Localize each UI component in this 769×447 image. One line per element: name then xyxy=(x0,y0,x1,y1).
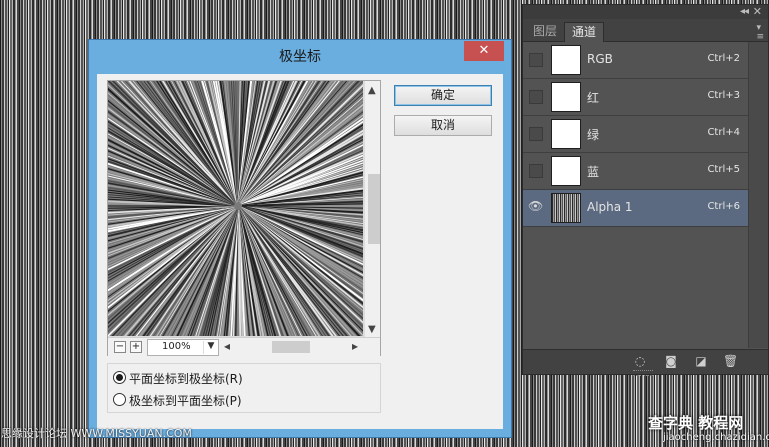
preview-image[interactable] xyxy=(108,81,363,336)
scroll-thumb[interactable] xyxy=(368,174,380,244)
close-button[interactable]: ✕ xyxy=(464,41,504,61)
scroll-left-icon[interactable]: ◂ xyxy=(224,339,230,353)
channel-name: 绿 xyxy=(587,128,600,142)
channel-row-alpha-1[interactable]: 👁 Alpha 1 Ctrl+6 xyxy=(523,190,748,227)
radio-button[interactable] xyxy=(113,393,126,406)
dialog-title: 极坐标 xyxy=(279,49,321,65)
channel-name: 红 xyxy=(587,91,600,105)
channel-shortcut: Ctrl+5 xyxy=(707,164,740,175)
channel-shortcut: Ctrl+2 xyxy=(707,53,740,64)
channel-thumbnail xyxy=(551,119,581,149)
zoom-value: 100% xyxy=(162,341,191,352)
watermark-right-url: jiaocheng.chazidian.com xyxy=(663,432,769,443)
zoom-bar: − + 100% ▼ ◂ ▸ xyxy=(108,337,380,356)
visibility-toggle[interactable] xyxy=(529,53,543,67)
watermark-left: 思缘设计论坛 WWW.MISSYUAN.COM xyxy=(1,427,192,440)
zoom-in-button[interactable]: + xyxy=(130,341,142,353)
channel-thumbnail xyxy=(551,156,581,186)
channel-thumbnail xyxy=(551,193,581,223)
panel-tabs: 图层 通道 ▾ ≡ xyxy=(523,19,768,42)
scroll-down-icon[interactable]: ▼ xyxy=(368,324,376,335)
polar-coordinates-dialog: 极坐标 ✕ ▲ ▼ − + 100% ▼ ◂ ▸ 确定 取消 平面坐标到极坐标(… xyxy=(88,39,512,438)
channel-row-rgb[interactable]: RGB Ctrl+2 xyxy=(523,42,748,79)
conversion-options: 平面坐标到极坐标(R) 极坐标到平面坐标(P) xyxy=(107,363,381,413)
channel-thumbnail xyxy=(551,45,581,75)
watermark-right-title: 查字典 教程网 xyxy=(648,414,744,432)
preview-vertical-scrollbar[interactable]: ▲ ▼ xyxy=(365,81,380,337)
channel-name: 蓝 xyxy=(587,165,600,179)
channel-shortcut: Ctrl+6 xyxy=(707,201,740,212)
dialog-body: ▲ ▼ − + 100% ▼ ◂ ▸ 确定 取消 平面坐标到极坐标(R) 极坐标… xyxy=(97,74,503,429)
channel-row-green[interactable]: 绿 Ctrl+4 xyxy=(523,116,748,153)
panel-menu-icon[interactable]: ▾ ≡ xyxy=(756,24,764,42)
channel-shortcut: Ctrl+3 xyxy=(707,90,740,101)
channel-shortcut: Ctrl+4 xyxy=(707,127,740,138)
visibility-toggle[interactable] xyxy=(529,127,543,141)
visibility-toggle[interactable] xyxy=(529,164,543,178)
collapse-icon[interactable]: ◂◂ xyxy=(740,6,749,17)
channel-row-blue[interactable]: 蓝 Ctrl+5 xyxy=(523,153,748,190)
tab-layers[interactable]: 图层 xyxy=(526,22,564,41)
zoom-level-field[interactable]: 100% ▼ xyxy=(147,339,219,356)
tab-channels[interactable]: 通道 xyxy=(564,22,605,42)
visibility-toggle[interactable] xyxy=(529,90,543,104)
load-selection-icon[interactable]: ◌ xyxy=(634,355,646,367)
eye-icon[interactable]: 👁 xyxy=(528,199,543,213)
ok-button[interactable]: 确定 xyxy=(394,85,492,106)
channel-name: RGB xyxy=(587,52,613,66)
trash-icon[interactable]: 🗑 xyxy=(723,355,738,367)
scroll-right-icon[interactable]: ▸ xyxy=(352,339,358,353)
panel-scrollbar[interactable] xyxy=(748,42,768,348)
channel-thumbnail xyxy=(551,82,581,112)
preview-area: ▲ ▼ − + 100% ▼ ◂ ▸ xyxy=(107,80,381,356)
option-label: 平面坐标到极坐标(R) xyxy=(129,372,243,386)
chevron-down-icon[interactable]: ▼ xyxy=(203,341,218,354)
channels-panel: ◂◂ ✕ 图层 通道 ▾ ≡ RGB Ctrl+2 红 Ctrl+3 绿 Ctrl… xyxy=(522,4,769,376)
channel-row-red[interactable]: 红 Ctrl+3 xyxy=(523,79,748,116)
new-channel-icon[interactable]: ◪ xyxy=(695,355,707,367)
panel-bottom-toolbar: ◌ ◙ ◪ 🗑 xyxy=(523,349,768,376)
radio-button[interactable] xyxy=(113,371,126,384)
resize-grip[interactable] xyxy=(633,370,653,376)
option-label: 极坐标到平面坐标(P) xyxy=(129,394,242,408)
scroll-up-icon[interactable]: ▲ xyxy=(368,85,376,96)
channel-name: Alpha 1 xyxy=(587,200,633,214)
panel-title-bar: ◂◂ ✕ xyxy=(523,5,768,19)
zoom-out-button[interactable]: − xyxy=(114,341,126,353)
close-panel-icon[interactable]: ✕ xyxy=(753,5,762,18)
horizontal-scroll-thumb[interactable] xyxy=(272,341,310,353)
mask-icon[interactable]: ◙ xyxy=(665,355,677,367)
cancel-button[interactable]: 取消 xyxy=(394,115,492,136)
